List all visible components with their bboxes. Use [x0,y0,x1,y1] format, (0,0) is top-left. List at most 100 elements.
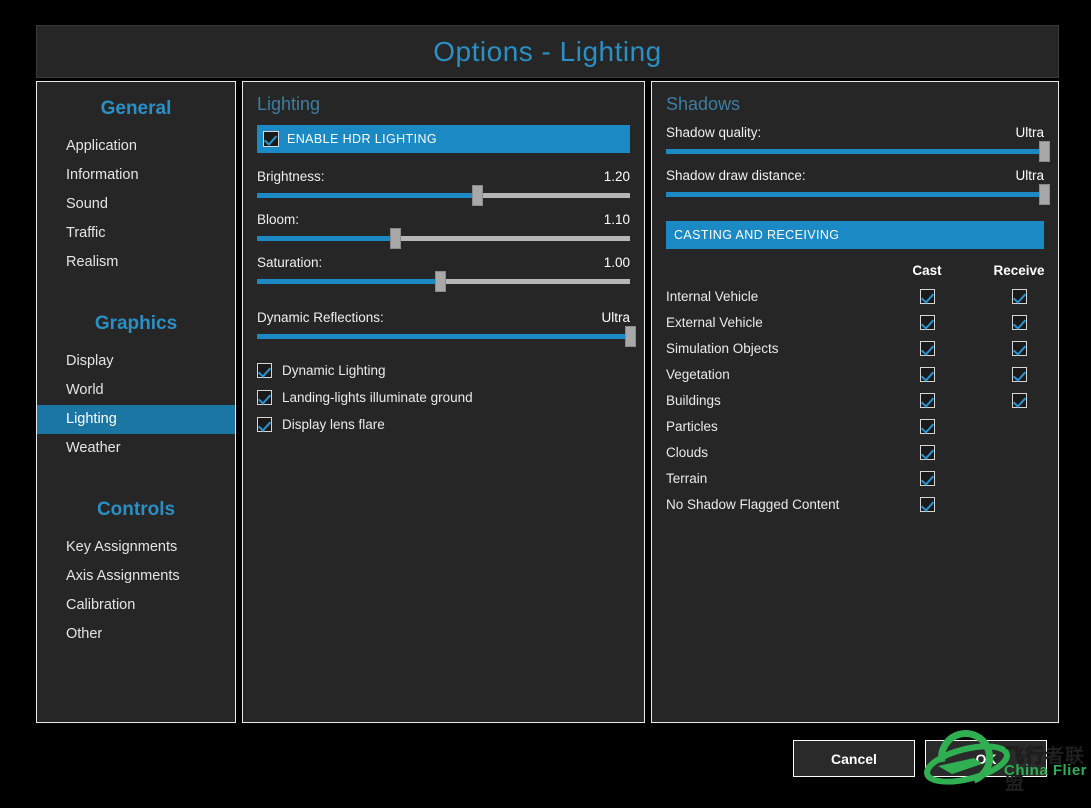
saturation-thumb[interactable] [434,271,446,292]
checkbox-landing-lights-illuminate-ground[interactable] [257,390,272,405]
sidebar-item-information[interactable]: Information [37,161,235,190]
cancel-button-label: Cancel [831,750,877,767]
sidebar-group-title-controls: Controls [96,499,176,520]
checkbox-dynamic-lighting[interactable] [257,363,272,378]
sidebar-item-weather[interactable]: Weather [37,434,235,463]
cast-checkbox-buildings[interactable] [919,393,935,408]
enable-hdr-lighting-checkbox[interactable] [263,131,279,147]
shadows-panel: Shadows Shadow quality: Ultra Shadow draw … [651,81,1059,723]
saturation-value: 1.00 [603,255,630,270]
sidebar-group-spacer [37,277,235,297]
ok-button[interactable]: OK [925,740,1047,777]
column-header-receive: Receive [993,263,1045,278]
sidebar-group-title-graphics: Graphics [94,313,178,334]
casting-receiving-label: CASTING AND RECEIVING [674,228,840,242]
ok-button-label: OK [975,750,997,767]
receive-checkbox-vegetation[interactable] [1011,367,1027,382]
shadow-casting-table: Cast Receive Internal Vehicle External Ve… [652,263,1058,512]
dynamic-reflections-slider[interactable]: Dynamic Reflections: Ultra [243,310,644,347]
sidebar-item-realism[interactable]: Realism [37,248,235,277]
cast-checkbox-external-vehicle[interactable] [919,315,935,330]
receive-checkbox-internal-vehicle[interactable] [1011,289,1027,304]
bloom-thumb[interactable] [390,228,401,249]
enable-hdr-lighting-label: ENABLE HDR LIGHTING [287,132,437,146]
cast-checkbox-simulation-objects[interactable] [919,341,935,356]
sidebar-group-spacer [37,463,235,483]
cast-cell-simulation-objects [881,341,973,356]
saturation-slider[interactable]: Saturation: 1.00 [243,255,644,292]
dynamic-reflections-track[interactable] [257,326,636,347]
shadow-quality-slider[interactable]: Shadow quality: Ultra [652,125,1058,162]
brightness-value: 1.20 [603,169,630,184]
shadow-quality-fill [666,149,1044,154]
dynamic-reflections-label: Dynamic Reflections: [257,310,384,325]
cast-checkbox-internal-vehicle[interactable] [919,289,935,304]
brightness-track[interactable] [257,185,630,206]
bloom-label: Bloom: [257,212,300,227]
table-row: Internal Vehicle [666,289,1044,304]
checkbox-row-landing-lights-illuminate-ground[interactable]: Landing-lights illuminate ground [243,384,644,411]
row-label-terrain: Terrain [666,471,708,486]
receive-checkbox-buildings[interactable] [1011,393,1027,408]
checkbox-row-dynamic-lighting[interactable]: Dynamic Lighting [243,357,644,384]
sidebar-item-sound[interactable]: Sound [37,190,235,219]
cast-checkbox-terrain[interactable] [919,471,935,486]
cast-cell-clouds [881,445,973,460]
shadow-draw-distance-thumb[interactable] [1039,184,1050,205]
cast-cell-external-vehicle [881,315,973,330]
table-body: Internal Vehicle External Vehicle Simulati… [666,289,1044,512]
cast-checkbox-no-shadow-flagged-content[interactable] [919,497,935,512]
lighting-sliders: Brightness: 1.20 Bloom: 1.10 Saturation: 1.00 [243,169,644,292]
shadow-quality-track[interactable] [666,141,1050,162]
row-label-internal-vehicle: Internal Vehicle [666,289,759,304]
shadow-draw-distance-slider[interactable]: Shadow draw distance: Ultra [652,168,1058,205]
enable-hdr-lighting-banner[interactable]: ENABLE HDR LIGHTING [257,125,630,153]
sidebar-item-world[interactable]: World [37,376,235,405]
shadow-draw-distance-fill [666,192,1044,197]
receive-checkbox-external-vehicle[interactable] [1011,315,1027,330]
bloom-slider[interactable]: Bloom: 1.10 [243,212,644,249]
bloom-value: 1.10 [603,212,630,227]
bloom-track[interactable] [257,228,630,249]
shadow-draw-distance-label: Shadow draw distance: [666,168,806,183]
cast-cell-particles [881,419,973,434]
row-label-simulation-objects: Simulation Objects [666,341,779,356]
table-row: No Shadow Flagged Content [666,497,1044,512]
row-label-clouds: Clouds [666,445,709,460]
lighting-section-title: Lighting [257,94,321,114]
cast-checkbox-vegetation[interactable] [919,367,935,382]
sidebar-item-application[interactable]: Application [37,132,235,161]
dynamic-reflections-value: Ultra [601,310,630,325]
row-label-no-shadow-flagged-content: No Shadow Flagged Content [666,497,840,512]
row-label-external-vehicle: External Vehicle [666,315,763,330]
shadow-draw-distance-track[interactable] [666,184,1050,205]
table-row: Vegetation [666,367,1044,382]
sidebar-item-traffic[interactable]: Traffic [37,219,235,248]
dynamic-reflections-thumb[interactable] [625,326,636,347]
cast-checkbox-clouds[interactable] [919,445,935,460]
checkbox-display-lens-flare[interactable] [257,417,272,432]
receive-checkbox-simulation-objects[interactable] [1011,341,1027,356]
casting-receiving-banner: CASTING AND RECEIVING [666,221,1044,249]
bloom-fill [257,236,395,241]
sidebar-item-lighting[interactable]: Lighting [37,405,235,434]
cancel-button[interactable]: Cancel [793,740,915,777]
checkbox-row-display-lens-flare[interactable]: Display lens flare [243,411,644,438]
saturation-track[interactable] [257,271,630,292]
cast-checkbox-particles[interactable] [919,419,935,434]
brightness-slider[interactable]: Brightness: 1.20 [243,169,644,206]
shadow-quality-value: Ultra [1015,125,1044,140]
lighting-panel: Lighting ENABLE HDR LIGHTING Brightness:… [242,81,645,723]
sidebar-item-key-assignments[interactable]: Key Assignments [37,533,235,562]
shadow-quality-thumb[interactable] [1039,141,1050,162]
dynamic-reflections-fill [257,334,630,339]
sidebar-panel: General Application Information Sound Traffi… [36,81,236,723]
page-title: Options - Lighting [433,35,662,67]
sidebar-item-other[interactable]: Other [37,620,235,649]
sidebar-item-axis-assignments[interactable]: Axis Assignments [37,562,235,591]
table-row: Particles [666,419,1044,434]
sidebar-item-display[interactable]: Display [37,347,235,376]
cast-cell-vegetation [881,367,973,382]
sidebar-item-calibration[interactable]: Calibration [37,591,235,620]
brightness-thumb[interactable] [472,185,484,206]
